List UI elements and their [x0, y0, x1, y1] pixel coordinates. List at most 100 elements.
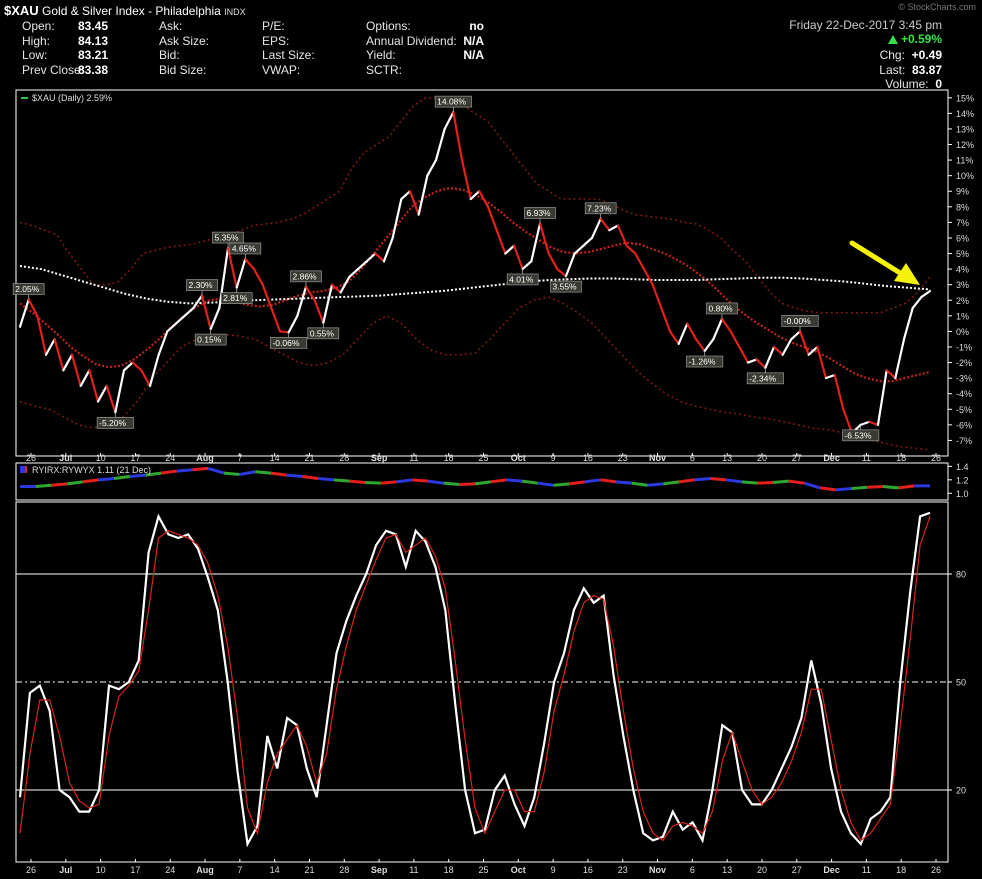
x-tick-label: 26 — [931, 865, 941, 875]
annotation-label: -6.53% — [844, 430, 871, 440]
x-tick-label: 28 — [339, 865, 349, 875]
legend-swatch — [20, 466, 25, 473]
y-tick-label: 8% — [956, 202, 969, 212]
panel-frame-1 — [15, 89, 949, 457]
ratio-segment — [302, 474, 319, 480]
ratio-segment — [66, 480, 83, 486]
x-tick-label: 9 — [551, 865, 556, 875]
y-tick-label: 9% — [956, 187, 969, 197]
ratio-segment — [616, 480, 633, 485]
ratio-segment — [427, 479, 444, 485]
y-tick-label: 10% — [956, 171, 974, 181]
ratio-segment — [851, 485, 868, 491]
y-tick-label: -1% — [956, 342, 972, 352]
ratio-segment — [741, 480, 758, 485]
ratio-segment — [192, 466, 209, 472]
ratio-segment — [113, 474, 131, 480]
ratio-segment — [333, 478, 350, 483]
annotation-label: 2.81% — [223, 293, 248, 303]
ratio-segment — [835, 487, 852, 492]
x-tick-label: 18 — [896, 865, 906, 875]
ratio-segment — [474, 480, 491, 486]
ratio-segment — [678, 478, 695, 484]
annotation-label: 6.93% — [527, 208, 552, 218]
x-tick-label: 13 — [722, 865, 732, 875]
ratio-segment — [396, 478, 413, 484]
ratio-segment — [647, 482, 664, 487]
y-tick-label: 11% — [956, 156, 973, 166]
ratio-segment — [129, 473, 146, 478]
annotation-label: 5.35% — [215, 233, 240, 243]
ratio-segment — [568, 480, 586, 486]
x-tick-label: 26 — [26, 865, 36, 875]
ratio-segment — [161, 469, 178, 475]
ratio-segment — [710, 476, 727, 482]
x-tick-label: 11 — [862, 865, 871, 875]
y-tick-label: 80 — [956, 570, 966, 580]
x-tick-label: Nov — [649, 865, 666, 875]
x-tick-label: 10 — [96, 865, 106, 875]
ratio-segment — [255, 470, 272, 475]
y-tick-label: 5% — [956, 249, 969, 259]
ratio-segment — [584, 478, 601, 484]
x-tick-label: 6 — [690, 865, 695, 875]
y-tick-label: 1% — [956, 311, 969, 321]
ratio-segment — [725, 478, 742, 484]
ratio-segment — [317, 476, 334, 482]
annotation-label: 4.65% — [232, 243, 257, 253]
y-tick-label: 1.4 — [956, 462, 969, 472]
x-tick-label: 16 — [583, 865, 593, 875]
ratio-segment — [506, 478, 523, 483]
x-tick-label: Oct — [511, 865, 526, 875]
ratio-segment — [882, 485, 899, 490]
x-tick-label: 24 — [165, 865, 175, 875]
ratio-segment — [490, 478, 507, 484]
x-tick-label: Aug — [196, 865, 214, 875]
ratio-segment — [600, 478, 617, 484]
annotation-label: -1.26% — [688, 357, 715, 367]
y-tick-label: 1.2 — [956, 475, 969, 485]
ratio-segment — [631, 481, 648, 487]
ratio-segment — [663, 480, 680, 486]
y-tick-label: 20 — [956, 786, 966, 796]
x-tick-label: Dec — [823, 865, 840, 875]
annotation-label: -5.20% — [99, 418, 126, 428]
y-tick-label: -5% — [956, 405, 972, 415]
ratio-segment — [553, 482, 570, 487]
legend-swatch — [25, 466, 27, 473]
annotation-label: 7.23% — [587, 203, 612, 213]
ratio-segment — [51, 482, 68, 487]
x-tick-label: 21 — [304, 865, 314, 875]
annotation-label: 2.05% — [15, 284, 40, 294]
y-tick-label: 7% — [956, 218, 969, 228]
chart-canvas: 15% 14% 13% 12% 11% 10% 9% 8% 7% 6% 5% 4% 3% 2% 1% 0% -1… — [12, 89, 974, 875]
ratio-segment — [788, 479, 805, 485]
annotation-label: 2.30% — [189, 280, 214, 290]
ratio-segment — [380, 480, 397, 485]
annotation-label: 0.80% — [709, 303, 734, 313]
annotation-label: 2.86% — [293, 271, 318, 281]
y-tick-label: -7% — [956, 436, 972, 446]
x-tick-label: 27 — [792, 865, 802, 875]
ratio-segment — [286, 473, 303, 478]
y-tick-label: -6% — [956, 420, 972, 430]
ratio-segment — [459, 482, 476, 487]
x-tick-label: 17 — [130, 865, 140, 875]
ratio-segment — [521, 479, 538, 485]
y-tick-label: 4% — [956, 265, 969, 275]
ratio-segment — [412, 478, 429, 483]
ratio-segment — [537, 481, 554, 487]
annotation-label: 0.55% — [310, 328, 335, 338]
y-tick-label: 3% — [956, 280, 969, 290]
y-tick-label: -3% — [956, 374, 972, 384]
ratio-segment — [35, 483, 52, 489]
annotation-label: 4.01% — [509, 274, 534, 284]
x-tick-label: Sep — [371, 865, 388, 875]
y-tick-label: 2% — [956, 296, 969, 306]
ratio-segment — [757, 481, 774, 485]
y-tick-label: -2% — [956, 358, 972, 368]
annotation-label: 14.08% — [437, 97, 466, 107]
ratio-segment — [819, 486, 837, 492]
y-tick-label: -4% — [956, 389, 972, 399]
ratio-segment — [694, 476, 711, 482]
